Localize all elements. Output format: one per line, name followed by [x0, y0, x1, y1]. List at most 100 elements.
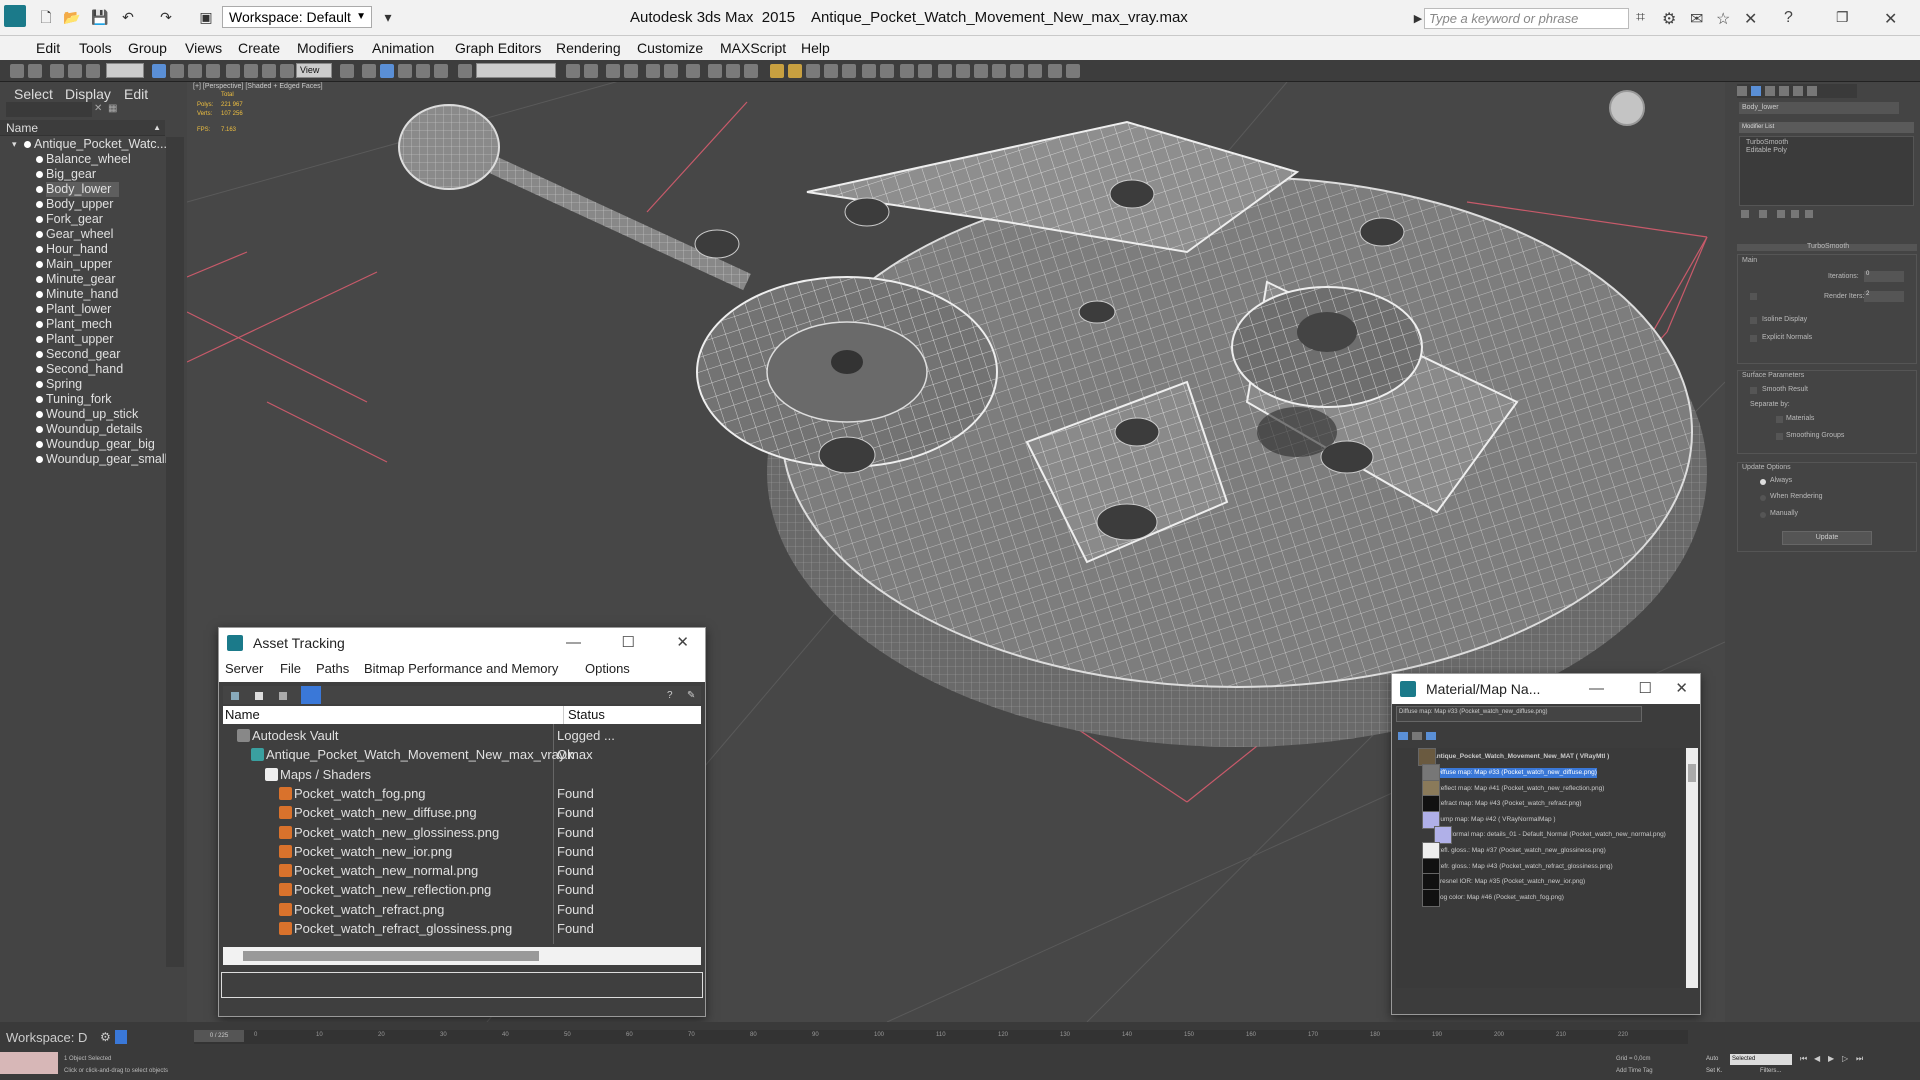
place-icon[interactable]: [280, 64, 294, 78]
angle-snap-icon[interactable]: [398, 64, 412, 78]
mirror-icon[interactable]: [566, 64, 580, 78]
menu-customize[interactable]: Customize: [637, 40, 703, 56]
vray-icon[interactable]: [770, 64, 784, 78]
status-column-header[interactable]: Status: [563, 706, 605, 724]
render-iters-checkbox[interactable]: [1750, 293, 1757, 300]
manually-radio[interactable]: [1760, 512, 1766, 518]
asset-row[interactable]: Pocket_watch_new_ior.png Found: [223, 842, 701, 861]
open-file-icon[interactable]: 📂: [62, 8, 82, 26]
vray-sphere-icon[interactable]: [842, 64, 856, 78]
ribbon-icon[interactable]: [624, 64, 638, 78]
pin-stack-icon[interactable]: [1741, 210, 1749, 218]
asset-tracking-titlebar[interactable]: Asset Tracking — ☐ ✕: [219, 628, 705, 658]
visibility-icon[interactable]: [36, 411, 43, 418]
app-logo-icon[interactable]: [4, 5, 26, 27]
asset-row[interactable]: Antique_Pocket_Watch_Movement_New_max_vr…: [223, 745, 701, 764]
material-root[interactable]: Antique_Pocket_Watch_Movement_New_MAT ( …: [1418, 748, 1609, 766]
tab-edit[interactable]: Edit: [124, 86, 148, 102]
scrollbar-thumb[interactable]: [1688, 764, 1696, 782]
named-selection-dropdown[interactable]: [476, 63, 556, 78]
workspace-status[interactable]: Workspace: D: [6, 1030, 87, 1045]
display-tab-icon[interactable]: [1793, 86, 1803, 96]
visibility-icon[interactable]: [36, 216, 43, 223]
asset-row[interactable]: Autodesk Vault Logged ...: [223, 726, 701, 745]
explorer-options-icon[interactable]: ▦: [108, 103, 117, 114]
stack-item-turbosmooth[interactable]: TurboSmooth: [1746, 139, 1788, 146]
stack-item-editable-poly[interactable]: Editable Poly: [1746, 147, 1787, 154]
pivot-center-icon[interactable]: [340, 64, 354, 78]
auto-key-button[interactable]: Auto: [1706, 1056, 1718, 1062]
explicit-normals-checkbox[interactable]: [1750, 335, 1757, 342]
tree-item[interactable]: Tuning_fork: [36, 392, 112, 407]
reference-coordinate-dropdown[interactable]: View: [296, 63, 332, 78]
render-setup-icon[interactable]: [708, 64, 722, 78]
selection-filter-dropdown[interactable]: [106, 63, 144, 78]
make-unique-icon[interactable]: [1777, 210, 1785, 218]
favorites-icon[interactable]: ☆: [1716, 9, 1730, 29]
tree-item[interactable]: Spring: [36, 377, 82, 392]
menu-maxscript[interactable]: MAXScript: [720, 40, 786, 56]
visibility-icon[interactable]: [36, 231, 43, 238]
map-row[interactable]: Fog color: Map #46 (Pocket_watch_fog.png…: [1422, 888, 1564, 907]
vray-converter-icon[interactable]: [1010, 64, 1024, 78]
tree-item[interactable]: Minute_hand: [36, 287, 118, 302]
tab-display[interactable]: Display: [65, 86, 111, 102]
menu-rendering[interactable]: Rendering: [556, 40, 621, 56]
unlink-icon[interactable]: [68, 64, 82, 78]
maximize-icon[interactable]: ☐: [1639, 674, 1652, 704]
visibility-icon[interactable]: [36, 171, 43, 178]
tree-item[interactable]: Woundup_details: [36, 422, 142, 437]
scrollbar-thumb[interactable]: [243, 951, 539, 961]
visibility-icon[interactable]: [36, 426, 43, 433]
vray-camera-icon[interactable]: [938, 64, 952, 78]
snaps-toggle-icon[interactable]: [380, 64, 394, 78]
maxscript-listener[interactable]: [0, 1052, 58, 1074]
undo-icon[interactable]: [10, 64, 24, 78]
rotate-icon[interactable]: [244, 64, 258, 78]
visibility-icon[interactable]: [36, 291, 43, 298]
material-editor-icon[interactable]: [686, 64, 700, 78]
update-button[interactable]: Update: [1782, 531, 1872, 545]
asset-row[interactable]: Pocket_watch_refract_glossiness.png Found: [223, 919, 701, 938]
new-file-icon[interactable]: 🗋: [36, 8, 56, 26]
menu-animation[interactable]: Animation: [372, 40, 434, 56]
menu-paths[interactable]: Paths: [316, 661, 349, 676]
menu-edit[interactable]: Edit: [36, 40, 60, 56]
tree-item[interactable]: Plant_upper: [36, 332, 113, 347]
show-end-result-icon[interactable]: [1759, 210, 1767, 218]
path-field[interactable]: [221, 972, 703, 998]
schematic-view-icon[interactable]: [664, 64, 678, 78]
vray-plane-icon[interactable]: [880, 64, 894, 78]
vray-fur-icon[interactable]: [900, 64, 914, 78]
menu-create[interactable]: Create: [238, 40, 280, 56]
tree-item[interactable]: Fork_gear: [36, 212, 103, 227]
name-column-header[interactable]: Name: [225, 706, 260, 724]
map-row[interactable]: Diffuse map: Map #33 (Pocket_watch_new_d…: [1422, 764, 1597, 782]
previous-frame-icon[interactable]: ◀: [1814, 1054, 1820, 1063]
always-radio[interactable]: [1760, 479, 1766, 485]
explorer-layers-icon[interactable]: [115, 1030, 127, 1044]
explorer-filter-field[interactable]: [6, 102, 92, 117]
map-row[interactable]: Bump map: Map #42 ( VRayNormalMap ): [1422, 810, 1556, 829]
vray-proxy-icon[interactable]: [862, 64, 876, 78]
close-icon[interactable]: ✕: [676, 628, 689, 658]
workspace-dropdown[interactable]: Workspace: Default ▼: [222, 6, 372, 28]
scene-explorer-toggle-icon[interactable]: ⚙: [100, 1030, 111, 1044]
layer-manager-icon[interactable]: [606, 64, 620, 78]
menu-tools[interactable]: Tools: [79, 40, 112, 56]
iterations-spinner[interactable]: 0: [1864, 271, 1904, 282]
tree-item[interactable]: Big_gear: [36, 167, 96, 182]
visibility-icon[interactable]: [36, 201, 43, 208]
turbosmooth-rollout-header[interactable]: TurboSmooth: [1737, 243, 1917, 251]
checkout-icon[interactable]: [255, 692, 263, 700]
tree-item[interactable]: Second_hand: [36, 362, 123, 377]
icon-view-icon[interactable]: [1426, 732, 1436, 740]
align-icon[interactable]: [584, 64, 598, 78]
vray-tools-icon[interactable]: [1028, 64, 1042, 78]
edit-named-selection-icon[interactable]: [458, 64, 472, 78]
tree-item[interactable]: Woundup_gear_big: [36, 437, 155, 452]
visibility-icon[interactable]: [36, 186, 43, 193]
tree-item[interactable]: Gear_wheel: [36, 227, 113, 242]
visibility-icon[interactable]: [36, 441, 43, 448]
when-rendering-radio[interactable]: [1760, 495, 1766, 501]
